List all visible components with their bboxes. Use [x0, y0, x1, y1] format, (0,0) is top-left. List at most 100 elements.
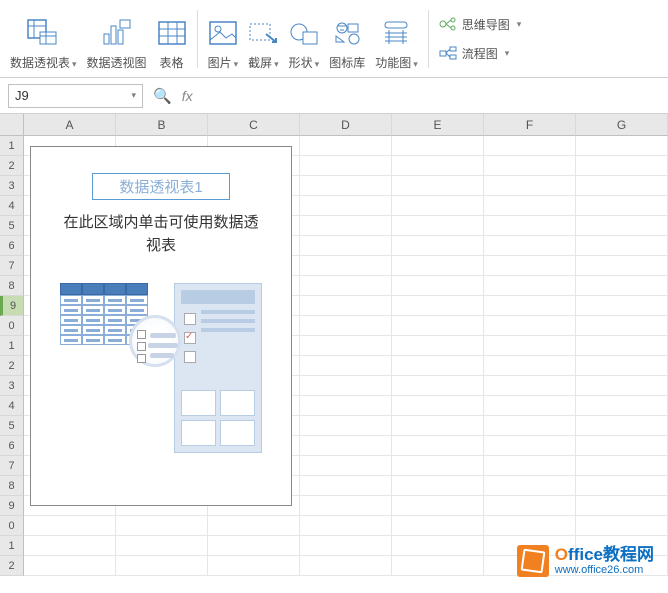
cell[interactable] [300, 556, 392, 576]
cell[interactable] [116, 556, 208, 576]
cell[interactable] [208, 536, 300, 556]
cell[interactable] [116, 516, 208, 536]
col-header[interactable]: C [208, 114, 300, 136]
cell[interactable] [300, 316, 392, 336]
cell[interactable] [484, 276, 576, 296]
cell[interactable] [576, 416, 668, 436]
cell[interactable] [208, 556, 300, 576]
cell[interactable] [576, 336, 668, 356]
cell[interactable] [392, 296, 484, 316]
formula-input[interactable] [203, 84, 660, 108]
cell[interactable] [300, 196, 392, 216]
cell[interactable] [300, 236, 392, 256]
cell[interactable] [576, 396, 668, 416]
row-header[interactable]: 7 [0, 256, 24, 276]
cell[interactable] [300, 276, 392, 296]
cell[interactable] [300, 156, 392, 176]
cell[interactable] [576, 476, 668, 496]
cell[interactable] [484, 436, 576, 456]
cell[interactable] [300, 456, 392, 476]
cell[interactable] [484, 316, 576, 336]
cell[interactable] [300, 396, 392, 416]
cell[interactable] [300, 516, 392, 536]
mindmap-button[interactable]: 思维导图▾ [439, 16, 522, 33]
cell[interactable] [576, 256, 668, 276]
cell[interactable] [484, 156, 576, 176]
col-header[interactable]: E [392, 114, 484, 136]
cell[interactable] [392, 276, 484, 296]
cell[interactable] [392, 356, 484, 376]
cell[interactable] [484, 516, 576, 536]
cell[interactable] [208, 516, 300, 536]
cell[interactable] [300, 176, 392, 196]
cell[interactable] [576, 156, 668, 176]
row-header[interactable]: 9 [0, 496, 24, 516]
cell[interactable] [484, 396, 576, 416]
cell[interactable] [24, 516, 116, 536]
cell[interactable] [300, 376, 392, 396]
col-header[interactable]: B [116, 114, 208, 136]
row-header-selected[interactable]: 9 [0, 296, 24, 316]
cell[interactable] [576, 456, 668, 476]
iconlib-button[interactable]: 图标库 [325, 4, 369, 73]
row-header[interactable]: 3 [0, 176, 24, 196]
cell[interactable] [392, 516, 484, 536]
cell[interactable] [484, 196, 576, 216]
cell[interactable] [24, 556, 116, 576]
cell[interactable] [484, 356, 576, 376]
row-header[interactable]: 1 [0, 536, 24, 556]
cell[interactable] [300, 336, 392, 356]
cell[interactable] [392, 476, 484, 496]
row-header[interactable]: 1 [0, 336, 24, 356]
cell[interactable] [300, 496, 392, 516]
pivot-table-placeholder[interactable]: 数据透视表1 在此区域内单击可使用数据透视表 [30, 146, 292, 506]
cell[interactable] [484, 256, 576, 276]
cell[interactable] [392, 556, 484, 576]
row-header[interactable]: 8 [0, 476, 24, 496]
cell[interactable] [576, 496, 668, 516]
cell[interactable] [300, 416, 392, 436]
cell[interactable] [484, 296, 576, 316]
cell[interactable] [300, 356, 392, 376]
cell[interactable] [300, 436, 392, 456]
cell[interactable] [392, 376, 484, 396]
cell[interactable] [392, 456, 484, 476]
cell[interactable] [300, 536, 392, 556]
cell[interactable] [576, 516, 668, 536]
cell[interactable] [576, 236, 668, 256]
function-chart-button[interactable]: 功能图▾ [371, 4, 422, 73]
row-header[interactable]: 2 [0, 556, 24, 576]
search-icon[interactable]: 🔍 [153, 87, 172, 105]
cell[interactable] [576, 136, 668, 156]
cell[interactable] [484, 496, 576, 516]
cell[interactable] [392, 256, 484, 276]
col-header[interactable]: A [24, 114, 116, 136]
row-header[interactable]: 0 [0, 516, 24, 536]
cell[interactable] [392, 336, 484, 356]
cell[interactable] [576, 176, 668, 196]
cell[interactable] [392, 156, 484, 176]
col-header[interactable]: D [300, 114, 392, 136]
flowchart-button[interactable]: 流程图▾ [439, 45, 522, 62]
cell[interactable] [484, 476, 576, 496]
cell[interactable] [300, 256, 392, 276]
cell[interactable] [576, 196, 668, 216]
cell[interactable] [484, 236, 576, 256]
cell[interactable] [576, 296, 668, 316]
pivot-table-button[interactable]: 数据透视表▾ [6, 4, 81, 73]
cell[interactable] [392, 196, 484, 216]
cell[interactable] [576, 316, 668, 336]
cell[interactable] [300, 136, 392, 156]
pivot-chart-button[interactable]: 数据透视图 [83, 4, 151, 73]
cell[interactable] [392, 436, 484, 456]
cell[interactable] [576, 276, 668, 296]
row-header[interactable]: 0 [0, 316, 24, 336]
cell[interactable] [392, 136, 484, 156]
row-header[interactable]: 5 [0, 416, 24, 436]
cell[interactable] [484, 336, 576, 356]
picture-button[interactable]: 图片▾ [204, 4, 243, 73]
row-header[interactable]: 2 [0, 356, 24, 376]
col-header[interactable]: G [576, 114, 668, 136]
fx-label[interactable]: fx [182, 88, 193, 104]
row-header[interactable]: 8 [0, 276, 24, 296]
